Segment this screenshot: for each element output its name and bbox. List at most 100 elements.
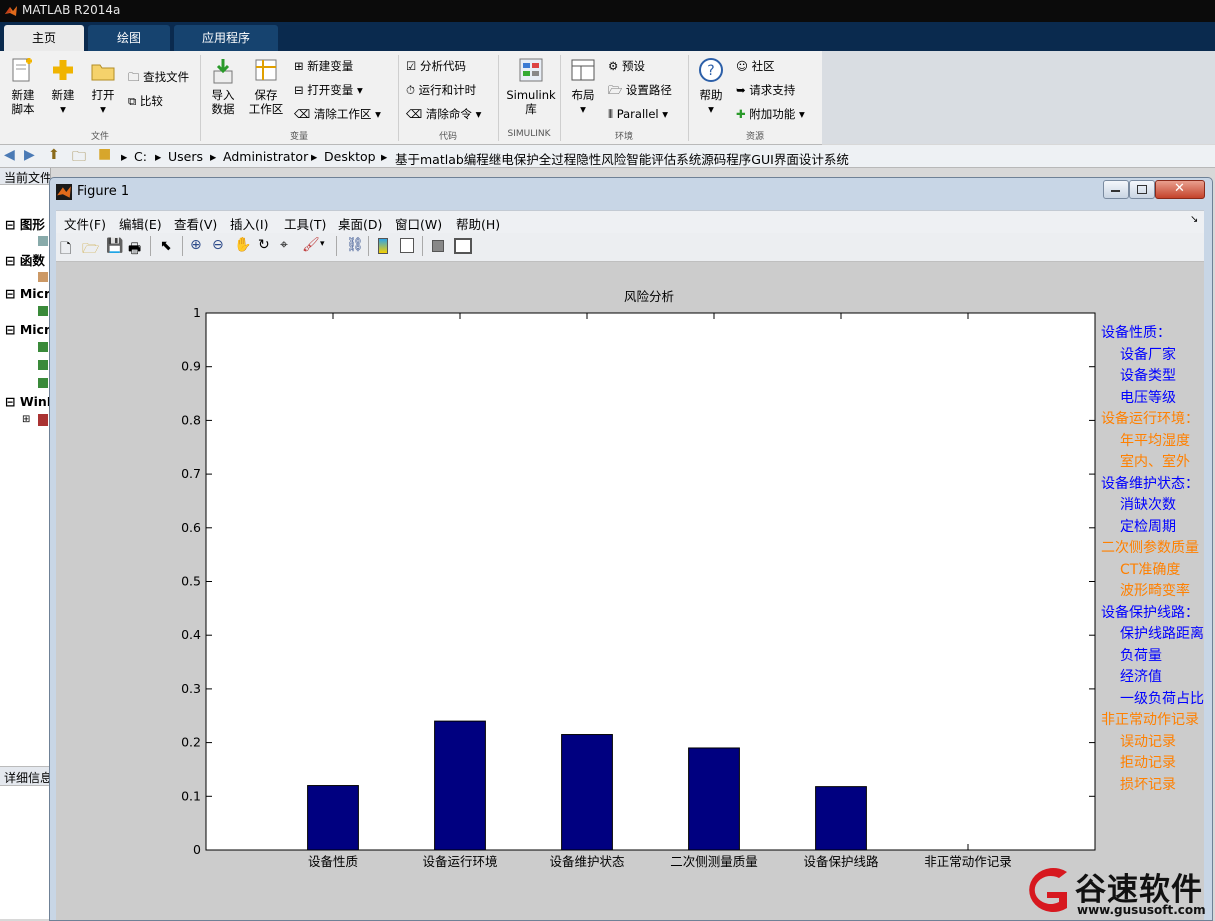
path-segment[interactable]: Administrator <box>223 149 308 164</box>
open-variable-button[interactable]: ⊟ 打开变量 ▾ <box>294 83 363 97</box>
parallel-icon: ⦀ <box>608 107 614 121</box>
browse-folder-icon[interactable]: 🗀 <box>72 146 86 170</box>
matlab-logo-icon <box>5 6 17 16</box>
figure-toolbar: 🗋 🗁 💾 🖶 ⬉ ⊕ ⊖ ✋ ↻ ⌖ 🖌 ▾ ⛓ <box>56 233 1204 262</box>
x-tick-label: 设备运行环境 <box>422 854 497 869</box>
bar <box>561 734 613 851</box>
menu-help[interactable]: 帮助(H) <box>456 214 500 233</box>
new-variable-button[interactable]: ⊞ 新建变量 <box>294 59 353 73</box>
run-and-time-button[interactable]: ⏱ 运行和计时 <box>406 83 476 97</box>
find-files-button[interactable]: 🗀 查找文件 <box>128 70 189 84</box>
set-path-button[interactable]: 🗁 设置路径 <box>608 83 672 97</box>
tree-item-graphics[interactable]: ⊟ 图形 <box>5 214 45 233</box>
figure-canvas: 风险分析 0 0.1 0.2 0.3 0.4 0.5 0.6 0.7 0.8 0.9 1 设备性质 设… <box>56 262 1204 920</box>
hide-plot-tools-icon[interactable] <box>432 240 444 252</box>
new-script-icon <box>12 58 32 82</box>
tree-item-winf[interactable]: ⊟ WinF <box>5 394 55 409</box>
new-script-button[interactable]: 新建 脚本 <box>6 57 40 116</box>
save-icon[interactable]: 💾 <box>106 238 123 254</box>
factor-sub-item: 误动记录 <box>1120 733 1176 750</box>
zoom-out-icon[interactable]: ⊖ <box>212 237 224 253</box>
pointer-icon[interactable]: ⬉ <box>160 238 172 254</box>
expand-icon[interactable]: ⊞ <box>22 414 30 425</box>
y-tick-label: 0 <box>193 842 201 857</box>
show-plot-tools-icon[interactable] <box>454 238 472 254</box>
ribbon: 新建 脚本 新建 ▾ 打开 ▾ 🗀 查找文件 ⧉ 比较 文件 导入 数据 保存 … <box>0 51 822 145</box>
group-variable-label: 变量 <box>289 132 308 142</box>
tab-home[interactable]: 主页 <box>4 25 84 51</box>
request-support-icon: ➥ <box>736 83 746 97</box>
maximize-button[interactable] <box>1129 180 1155 199</box>
save-workspace-button[interactable]: 保存 工作区 <box>246 57 286 116</box>
path-segment[interactable]: 基于matlab编程继电保护全过程隐性风险智能评估系统源码程序GUI界面设计系统 <box>395 149 849 168</box>
figure-title: Figure 1 <box>77 184 130 199</box>
new-figure-icon[interactable]: 🗋 <box>60 238 71 262</box>
menu-tools[interactable]: 工具(T) <box>284 214 326 233</box>
toolbar-separator <box>422 236 423 256</box>
file-icon <box>38 236 48 246</box>
zoom-in-icon[interactable]: ⊕ <box>190 237 202 253</box>
close-button[interactable]: ✕ <box>1155 180 1205 199</box>
path-segment[interactable]: Users <box>168 149 203 164</box>
brush-dropdown-icon[interactable]: ▾ <box>320 239 325 249</box>
tab-plots[interactable]: 绘图 <box>88 25 170 51</box>
current-folder-title: 当前文件夹 <box>4 171 50 185</box>
compare-button[interactable]: ⧉ 比较 <box>128 94 163 108</box>
data-cursor-icon[interactable]: ⌖ <box>280 237 288 253</box>
folder-open-icon <box>91 64 115 81</box>
up-folder-icon[interactable]: ⬆ <box>48 147 60 163</box>
open-file-icon[interactable]: 🗁 <box>82 238 99 262</box>
factor-sub-item: 保护线路距离 <box>1120 626 1204 642</box>
simulink-icon <box>519 58 543 82</box>
simulink-library-button[interactable]: Simulink 库 <box>504 57 558 116</box>
path-segment[interactable]: Desktop <box>324 149 376 164</box>
x-tick-label: 二次侧测量质量 <box>670 854 758 869</box>
print-icon[interactable]: 🖶 <box>128 238 141 262</box>
import-data-button[interactable]: 导入 数据 <box>206 57 240 116</box>
clear-commands-label: 清除命令 <box>425 107 472 121</box>
menu-desktop[interactable]: 桌面(D) <box>338 214 382 233</box>
menu-insert[interactable]: 插入(I) <box>230 214 268 233</box>
request-support-button[interactable]: ➥ 请求支持 <box>736 83 795 97</box>
layout-button[interactable]: 布局 ▾ <box>566 57 600 116</box>
current-folder-panel: 当前文件夹 ⊟ 图形 ⊟ 函数 ⊟ Micro ⊟ Micro ⊟ WinF ⊞… <box>0 168 59 919</box>
factor-category: 设备运行环境： <box>1101 411 1199 427</box>
minimize-button[interactable] <box>1103 180 1129 199</box>
colorbar-icon[interactable] <box>378 238 388 254</box>
dock-arrow-icon[interactable]: ↘ <box>1190 214 1198 225</box>
tree-item-functions[interactable]: ⊟ 函数 <box>5 250 45 269</box>
y-tick-label: 0.1 <box>181 788 201 803</box>
clear-commands-button[interactable]: ⌫ 清除命令 ▾ <box>406 107 481 121</box>
brush-icon[interactable]: 🖌 <box>302 237 320 253</box>
analyze-code-icon: ☑ <box>406 59 417 73</box>
parallel-button[interactable]: ⦀ Parallel ▾ <box>608 107 668 121</box>
y-tick-label: 1 <box>193 305 201 320</box>
toolbar-separator <box>150 236 151 256</box>
menu-edit[interactable]: 编辑(E) <box>119 214 162 233</box>
add-ons-label: 附加功能 <box>749 107 796 121</box>
new-button[interactable]: 新建 ▾ <box>46 57 80 116</box>
path-segment[interactable]: C: <box>134 149 147 164</box>
pan-hand-icon[interactable]: ✋ <box>234 237 251 253</box>
legend-icon[interactable] <box>400 238 414 253</box>
preferences-button[interactable]: ⚙ 预设 <box>608 59 645 73</box>
tab-apps[interactable]: 应用程序 <box>174 25 278 51</box>
forward-arrow-icon[interactable]: ▶ <box>24 147 35 163</box>
menu-window[interactable]: 窗口(W) <box>395 214 442 233</box>
y-tick-label: 0.7 <box>181 466 201 481</box>
excel-file-icon <box>38 342 48 352</box>
community-button[interactable]: ☺ 社区 <box>736 59 775 73</box>
rotate-3d-icon[interactable]: ↻ <box>258 237 270 253</box>
link-plot-icon[interactable]: ⛓ <box>346 237 364 253</box>
analyze-code-button[interactable]: ☑ 分析代码 <box>406 59 466 73</box>
add-ons-button[interactable]: ✚ 附加功能 ▾ <box>736 107 805 121</box>
toolbar-separator <box>368 236 369 256</box>
help-button[interactable]: ? 帮助 ▾ <box>694 57 728 116</box>
layout-icon <box>571 59 595 81</box>
menu-view[interactable]: 查看(V) <box>174 214 217 233</box>
back-arrow-icon[interactable]: ◀ <box>4 147 15 163</box>
open-button[interactable]: 打开 ▾ <box>86 57 120 116</box>
clear-workspace-button[interactable]: ⌫ 清除工作区 ▾ <box>294 107 381 121</box>
menu-file[interactable]: 文件(F) <box>64 214 106 233</box>
rar-file-icon <box>38 414 48 426</box>
